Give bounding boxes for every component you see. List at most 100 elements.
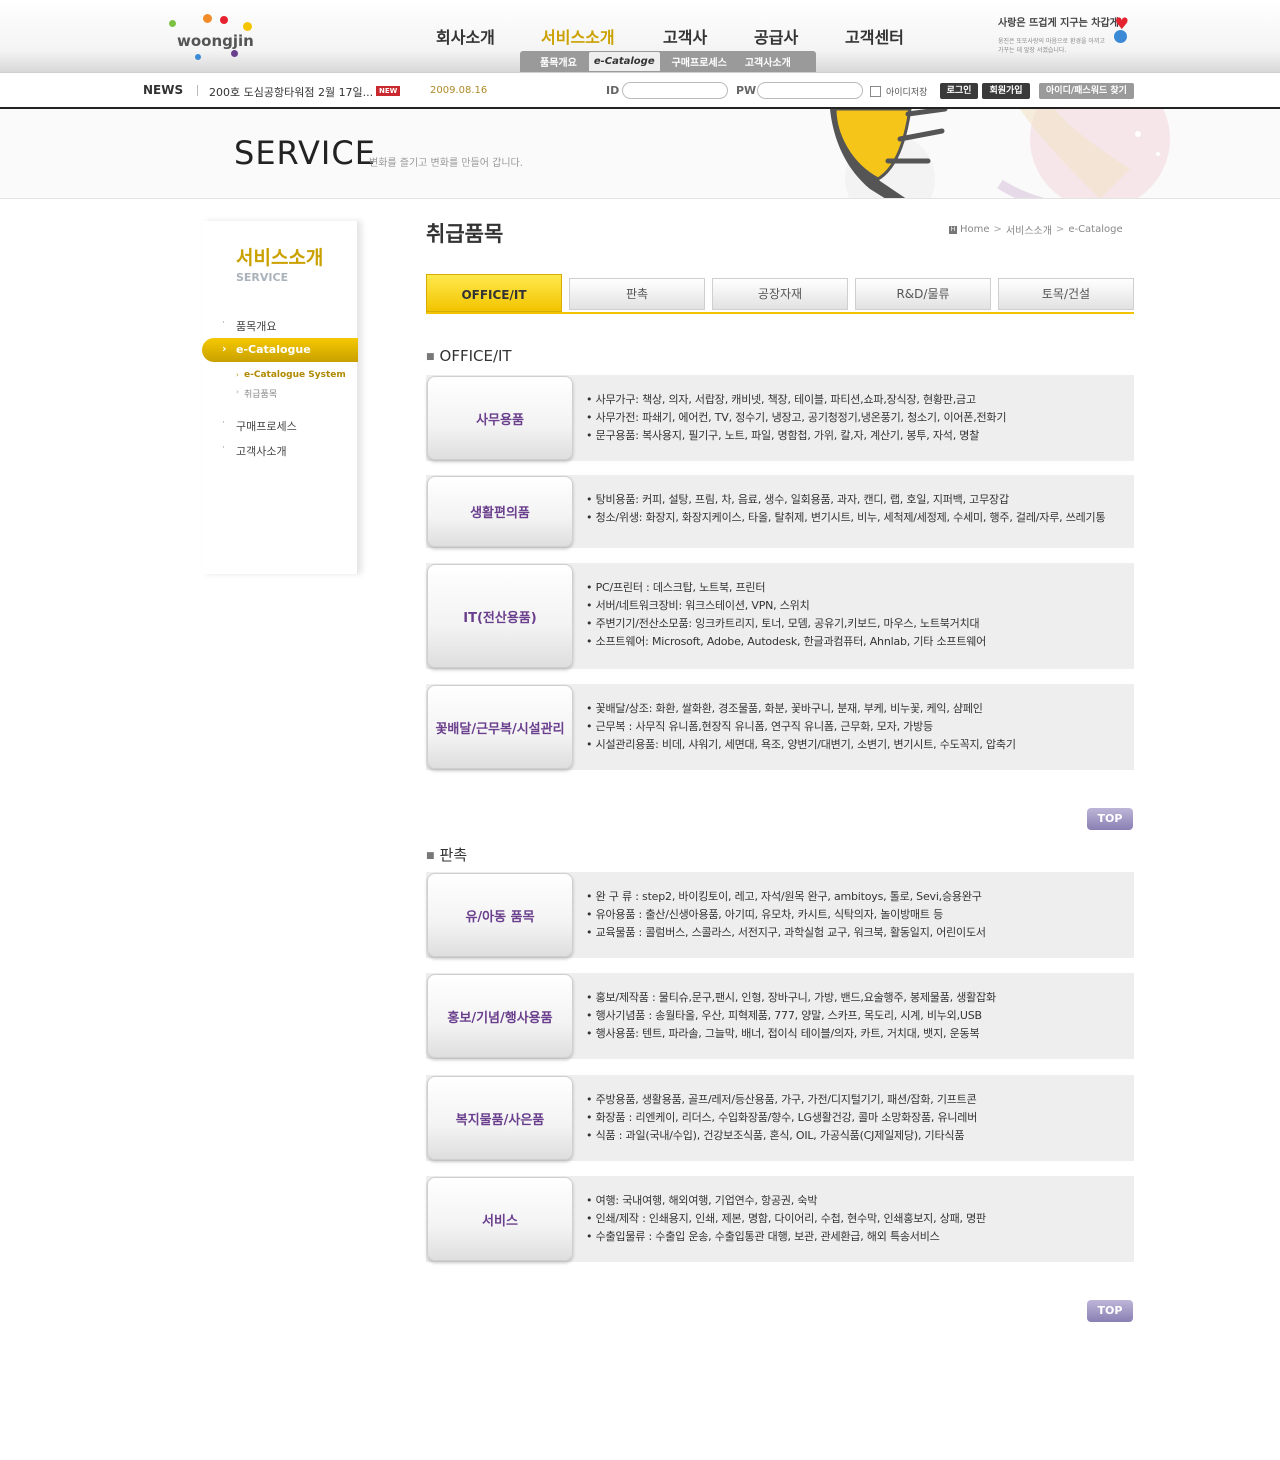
- find-account-button[interactable]: 아이디/패스워드 찾기: [1039, 83, 1134, 99]
- join-button[interactable]: 회원가입: [982, 83, 1030, 99]
- lnb-subtitle: SERVICE: [236, 271, 289, 284]
- top-button[interactable]: TOP: [1087, 808, 1133, 830]
- arrow-icon: ›: [236, 371, 239, 379]
- bullet-icon: ·: [222, 418, 225, 428]
- category-box[interactable]: 사무용품: [427, 376, 573, 460]
- category-box[interactable]: 생활편의품: [427, 476, 573, 547]
- bullet-icon: ·: [222, 318, 225, 328]
- desc-line: • 청소/위생: 화장지, 화장지케이스, 타올, 탈취제, 변기시트, 비누,…: [586, 511, 1106, 524]
- visual-subtitle: 변화를 즐기고 변화를 만들어 갑니다.: [369, 158, 523, 169]
- breadcrumb-home[interactable]: Home: [960, 224, 990, 235]
- item-row: 서비스 • 여행: 국내여행, 해외여행, 기업연수, 항공권, 숙박 • 인쇄…: [426, 1176, 1134, 1262]
- logo-mark-green: [169, 20, 176, 27]
- desc-line: • 수출입물류 : 수출입 운송, 수출입통관 대행, 보관, 관세환급, 해외…: [586, 1230, 940, 1243]
- logo-mark-purple: [231, 50, 238, 57]
- breadcrumb-separator: >: [993, 224, 1002, 235]
- id-label: ID: [606, 84, 620, 97]
- item-description: • 꽃배달/상조: 화환, 쌀화환, 경조물품, 화분, 꽃바구니, 분재, 부…: [586, 700, 1126, 754]
- bullet-icon: ·: [222, 443, 225, 453]
- section-title-office-it: ■ OFFICE/IT: [426, 347, 512, 365]
- logo-mark-yellow: [243, 22, 252, 31]
- category-box[interactable]: IT(전산용품): [427, 564, 573, 668]
- lnb-item-ecatalog[interactable]: › e-Catalogue: [202, 338, 358, 362]
- chevron-right-icon: ›: [222, 342, 227, 355]
- category-box[interactable]: 홍보/기념/행사용품: [427, 974, 573, 1058]
- news-headline-link[interactable]: 200호 도심공항타워점 2월 17일...: [209, 84, 373, 100]
- top-button[interactable]: TOP: [1087, 1300, 1133, 1322]
- desc-line: • 사무가전: 파쇄기, 에어컨, TV, 정수기, 냉장고, 공기청정기,냉온…: [586, 411, 1007, 424]
- desc-line: • 주변기기/전산소모품: 잉크카트리지, 토너, 모뎀, 공유기,키보드, 마…: [586, 617, 980, 630]
- tab-construction[interactable]: 토목/건설: [998, 278, 1134, 310]
- desc-line: • 주방용품, 생활용품, 골프/레저/등산용품, 가구, 가전/디지털기기, …: [586, 1093, 977, 1106]
- item-description: • 홍보/제작품 : 물티슈,문구,팬시, 인형, 장바구니, 가방, 밴드,요…: [586, 989, 1126, 1043]
- desc-line: • 여행: 국내여행, 해외여행, 기업연수, 항공권, 숙박: [586, 1194, 818, 1207]
- desc-line: • 탕비용품: 커피, 설탕, 프림, 차, 음료, 생수, 일회용품, 과자,…: [586, 493, 1009, 506]
- item-description: • 사무가구: 책상, 의자, 서랍장, 캐비넷, 책장, 테이블, 파티션,쇼…: [586, 391, 1126, 445]
- gnb-company[interactable]: 회사소개: [436, 24, 541, 48]
- desc-line: • 인쇄/제작 : 인쇄용지, 인쇄, 제본, 명함, 다이어리, 수첩, 현수…: [586, 1212, 986, 1225]
- desc-line: • 소프트웨어: Microsoft, Adobe, Autodesk, 한글과…: [586, 635, 987, 648]
- id-input[interactable]: [622, 82, 728, 99]
- tab-factory[interactable]: 공장자재: [712, 278, 848, 310]
- subnav-item-clients[interactable]: 고객사소개: [745, 54, 791, 69]
- lnb-item-clients[interactable]: 고객사소개: [236, 443, 287, 459]
- subnav-item-overview[interactable]: 품목개요: [540, 54, 577, 69]
- desc-line: • 유아용품 : 출산/신생아용품, 아기띠, 유모차, 카시트, 식탁의자, …: [586, 908, 944, 921]
- subnav-item-ecatalog[interactable]: e-Cataloge: [588, 52, 660, 71]
- desc-line: • 화장품 : 리엔케이, 리더스, 수입화장품/향수, LG생활건강, 콜마 …: [586, 1111, 978, 1124]
- item-description: • 주방용품, 생활용품, 골프/레저/등산용품, 가구, 가전/디지털기기, …: [586, 1091, 1126, 1145]
- item-row: 생활편의품 • 탕비용품: 커피, 설탕, 프림, 차, 음료, 생수, 일회용…: [426, 475, 1134, 548]
- logo-text: woongjin: [177, 32, 254, 50]
- gnb-clients[interactable]: 고객사: [663, 24, 754, 48]
- item-row: IT(전산용품) • PC/프린터 : 데스크탑, 노트북, 프린터 • 서버/…: [426, 563, 1134, 669]
- divider: [197, 85, 198, 96]
- breadcrumb-current: e-Cataloge: [1068, 224, 1123, 235]
- desc-line: • 교육물품 : 콜럼버스, 스콜라스, 서전지구, 과학실험 교구, 워크북,…: [586, 926, 986, 939]
- subnav-item-process[interactable]: 구매프로세스: [672, 54, 727, 69]
- home-icon: H: [949, 225, 957, 234]
- login-button[interactable]: 로그인: [940, 83, 978, 99]
- visual-title: SERVICE: [234, 134, 376, 172]
- woongjin-logo[interactable]: woongjin: [165, 12, 260, 64]
- section-title-promotion: ■ 판촉: [426, 844, 467, 865]
- category-tabs: OFFICE/IT 판촉 공장자재 R&D/물류 토목/건설: [426, 274, 1134, 314]
- slogan-title: 사랑은 뜨겁게 지구는 차갑게: [998, 18, 1119, 29]
- item-row: 복지물품/사은품 • 주방용품, 생활용품, 골프/레저/등산용품, 가구, 가…: [426, 1075, 1134, 1161]
- pw-input[interactable]: [757, 82, 863, 99]
- tab-office-it[interactable]: OFFICE/IT: [426, 274, 562, 312]
- lnb-subitem-items[interactable]: 취급품목: [244, 387, 277, 400]
- lnb-subitem-system[interactable]: e-Catalogue System: [244, 370, 346, 380]
- gnb-suppliers[interactable]: 공급사: [754, 24, 845, 48]
- global-nav: 회사소개 서비스소개 고객사 공급사 고객센터: [436, 24, 904, 48]
- hand-illustration: [830, 109, 1170, 198]
- news-date: 2009.08.16: [430, 85, 488, 96]
- lnb-item-overview[interactable]: 품목개요: [236, 318, 276, 334]
- category-box[interactable]: 꽃배달/근무복/시설관리: [427, 685, 573, 769]
- tab-rnd-logistics[interactable]: R&D/물류: [855, 278, 991, 310]
- desc-line: • 완 구 류 : step2, 바이킹토이, 레고, 자석/원목 완구, am…: [586, 890, 982, 903]
- save-id-checkbox[interactable]: [870, 86, 881, 97]
- new-badge: NEW: [376, 86, 401, 96]
- section-title-text: 판촉: [439, 846, 468, 864]
- category-box[interactable]: 복지물품/사은품: [427, 1076, 573, 1160]
- site-header: woongjin 회사소개 서비스소개 고객사 공급사 고객센터 품목개요 e-…: [0, 0, 1280, 72]
- item-row: 유/아동 품목 • 완 구 류 : step2, 바이킹토이, 레고, 자석/원…: [426, 872, 1134, 958]
- tab-promotion[interactable]: 판촉: [569, 278, 705, 310]
- gnb-service[interactable]: 서비스소개: [541, 24, 663, 48]
- desc-line: • 홍보/제작품 : 물티슈,문구,팬시, 인형, 장바구니, 가방, 밴드,요…: [586, 991, 996, 1004]
- arrow-icon: ›: [236, 388, 239, 396]
- category-box[interactable]: 서비스: [427, 1177, 573, 1261]
- breadcrumb-separator: >: [1055, 224, 1065, 235]
- left-nav: 서비스소개 SERVICE · 품목개요 › e-Catalogue › e-C…: [202, 221, 358, 574]
- lnb-item-process[interactable]: 구매프로세스: [236, 418, 297, 434]
- breadcrumb: H Home > 서비스소개 > e-Cataloge: [949, 222, 1123, 237]
- globe-icon: [1114, 30, 1127, 43]
- news-label: NEWS: [143, 83, 184, 97]
- category-box[interactable]: 유/아동 품목: [427, 873, 573, 957]
- item-row: 꽃배달/근무복/시설관리 • 꽃배달/상조: 화환, 쌀화환, 경조물품, 화분…: [426, 684, 1134, 770]
- breadcrumb-service[interactable]: 서비스소개: [1006, 222, 1052, 237]
- gnb-customer-center[interactable]: 고객센터: [845, 24, 904, 48]
- logo-mark-blue: [195, 54, 201, 60]
- news-login-bar: NEWS 200호 도심공항타워점 2월 17일... NEW 2009.08.…: [0, 72, 1280, 109]
- item-description: • 여행: 국내여행, 해외여행, 기업연수, 항공권, 숙박 • 인쇄/제작 …: [586, 1192, 1126, 1246]
